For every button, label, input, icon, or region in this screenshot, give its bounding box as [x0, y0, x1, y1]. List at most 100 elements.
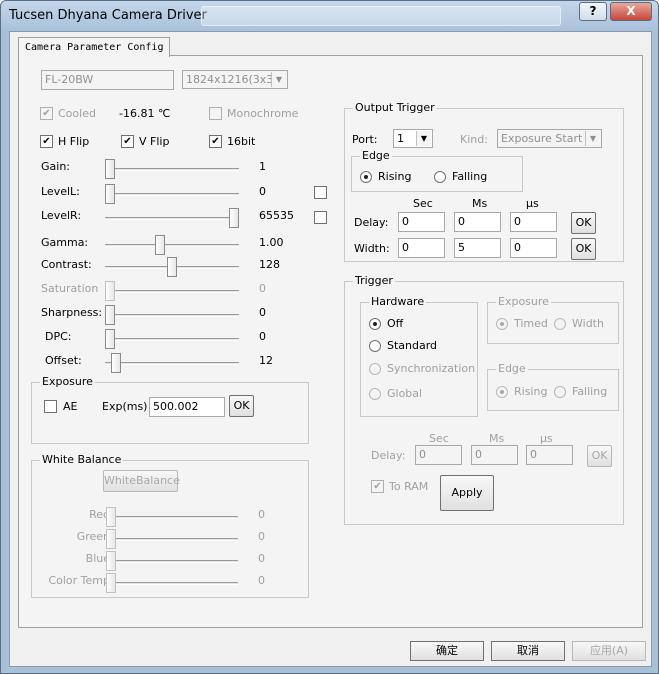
width-radio[interactable]	[554, 318, 566, 330]
port-value: 1	[397, 132, 404, 145]
kind-select[interactable]: Exposure Start ▼	[497, 129, 602, 148]
levelr-slider-track[interactable]	[105, 217, 239, 220]
hardware-global-label: Global	[387, 387, 423, 400]
levelr-slider-thumb[interactable]	[229, 208, 239, 228]
trigger-delay-ms-input[interactable]: 0	[471, 445, 518, 465]
offset-value: 12	[259, 354, 273, 367]
trigger-delay-label: Delay:	[371, 449, 406, 462]
wb-green-slider-thumb[interactable]	[106, 529, 116, 549]
contrast-slider-thumb[interactable]	[167, 257, 177, 277]
trigger-sec-header: Sec	[429, 432, 449, 445]
delay-us-input[interactable]: 0	[510, 212, 557, 232]
dpc-value: 0	[259, 330, 266, 343]
hardware-standard-label: Standard	[387, 339, 438, 352]
offset-slider-track[interactable]	[105, 362, 239, 365]
exposure-ms-input[interactable]: 500.002	[149, 397, 225, 417]
dpc-label: DPC:	[45, 330, 72, 343]
gain-slider-thumb[interactable]	[105, 159, 115, 179]
apply-trigger-button[interactable]: Apply	[440, 475, 494, 511]
timed-radio[interactable]	[496, 318, 508, 330]
vflip-label: V Flip	[139, 135, 170, 148]
check-icon: ✔	[211, 136, 220, 147]
output-edge-title: Edge	[360, 149, 392, 162]
hardware-synchronization-radio[interactable]	[369, 363, 381, 375]
vflip-checkbox[interactable]: ✔	[121, 135, 134, 148]
trigger-exposure-title: Exposure	[496, 295, 551, 308]
chevron-down-icon: ▼	[271, 72, 286, 87]
exposure-ok-button[interactable]: OK	[229, 395, 254, 417]
hardware-off-radio[interactable]	[369, 318, 381, 330]
trigger-rising-radio[interactable]	[496, 386, 508, 398]
wb-blue-slider-track[interactable]	[106, 560, 238, 563]
dpc-slider-track[interactable]	[105, 338, 239, 341]
sharpness-slider-thumb[interactable]	[105, 305, 115, 325]
wb-color-temp-slider-thumb[interactable]	[106, 573, 116, 593]
white-balance-button[interactable]: WhiteBalance	[103, 470, 180, 492]
hflip-checkbox[interactable]: ✔	[40, 135, 53, 148]
trigger-edge-title: Edge	[496, 362, 528, 375]
dialog-client: Camera Parameter Config FL-20BW 1824x121…	[9, 31, 652, 667]
hflip-label: H Flip	[58, 135, 90, 148]
delay-sec-input[interactable]: 0	[398, 212, 445, 232]
width-us-input[interactable]: 0	[510, 238, 557, 258]
sharpness-slider-track[interactable]	[105, 314, 239, 317]
confirm-button[interactable]: 确定	[410, 641, 484, 661]
levell-auto-checkbox[interactable]	[314, 186, 327, 199]
saturation-slider-track[interactable]	[105, 290, 239, 293]
levell-slider-track[interactable]	[105, 193, 239, 196]
title-bar[interactable]: Tucsen Dhyana Camera Driver ? X	[1, 1, 658, 31]
cooled-checkbox[interactable]: ✔	[40, 107, 53, 120]
wb-red-slider-track[interactable]	[106, 516, 238, 519]
gamma-slider-thumb[interactable]	[154, 235, 165, 255]
timed-label: Timed	[514, 317, 548, 330]
delay-ok-button[interactable]: OK	[571, 212, 596, 234]
delay-label: Delay:	[354, 216, 389, 229]
chevron-down-icon: ▼	[416, 131, 431, 146]
hardware-standard-radio[interactable]	[369, 340, 381, 352]
levell-label: LevelL:	[41, 185, 80, 198]
wb-blue-slider-thumb[interactable]	[106, 551, 116, 571]
wb-color-temp-slider-track[interactable]	[106, 582, 238, 585]
saturation-slider-thumb[interactable]	[105, 281, 115, 301]
close-button[interactable]: X	[610, 2, 652, 21]
chevron-down-icon: ▼	[585, 131, 600, 146]
levell-slider-thumb[interactable]	[105, 184, 115, 204]
output-rising-radio[interactable]	[360, 171, 372, 183]
tab-camera-parameter-config[interactable]: Camera Parameter Config	[18, 37, 171, 57]
trigger-delay-us-input[interactable]: 0	[526, 445, 573, 465]
width-radio-label: Width	[572, 317, 604, 330]
16bit-checkbox[interactable]: ✔	[209, 135, 222, 148]
temperature-readout: -16.81 ℃	[119, 107, 171, 120]
port-select[interactable]: 1 ▼	[393, 129, 433, 148]
trigger-delay-ok-button[interactable]: OK	[587, 445, 612, 467]
ae-label: AE	[63, 400, 78, 413]
apply-button[interactable]: 应用(A)	[572, 641, 646, 661]
check-icon: ✔	[42, 136, 51, 147]
width-sec-input[interactable]: 0	[398, 238, 445, 258]
output-edge-group: Edge Rising Falling	[351, 149, 523, 192]
width-ok-button[interactable]: OK	[571, 238, 596, 260]
trigger-falling-radio[interactable]	[554, 386, 566, 398]
wb-green-label: Green	[76, 530, 110, 543]
offset-slider-thumb[interactable]	[111, 353, 122, 373]
to-ram-checkbox[interactable]: ✔	[371, 480, 384, 493]
output-falling-radio[interactable]	[434, 171, 446, 183]
width-ms-input[interactable]: 5	[454, 238, 501, 258]
wb-green-slider-track[interactable]	[106, 538, 238, 541]
gain-slider-track[interactable]	[105, 168, 239, 171]
ae-checkbox[interactable]	[44, 400, 57, 413]
wb-color-temp-value: 0	[258, 574, 265, 587]
levelr-auto-checkbox[interactable]	[314, 211, 327, 224]
dpc-slider-thumb[interactable]	[105, 329, 115, 349]
help-button[interactable]: ?	[579, 2, 607, 21]
trigger-delay-sec-input[interactable]: 0	[415, 445, 462, 465]
saturation-label: Saturation	[41, 282, 99, 295]
hardware-global-radio[interactable]	[369, 388, 381, 400]
levelr-value: 65535	[259, 209, 294, 222]
cancel-button[interactable]: 取消	[491, 641, 565, 661]
gamma-slider-track[interactable]	[105, 244, 239, 247]
monochrome-checkbox[interactable]	[209, 107, 222, 120]
resolution-select[interactable]: 1824x1216(3x3Bi ▼	[182, 70, 288, 89]
wb-red-slider-thumb[interactable]	[106, 507, 116, 527]
delay-ms-input[interactable]: 0	[454, 212, 501, 232]
